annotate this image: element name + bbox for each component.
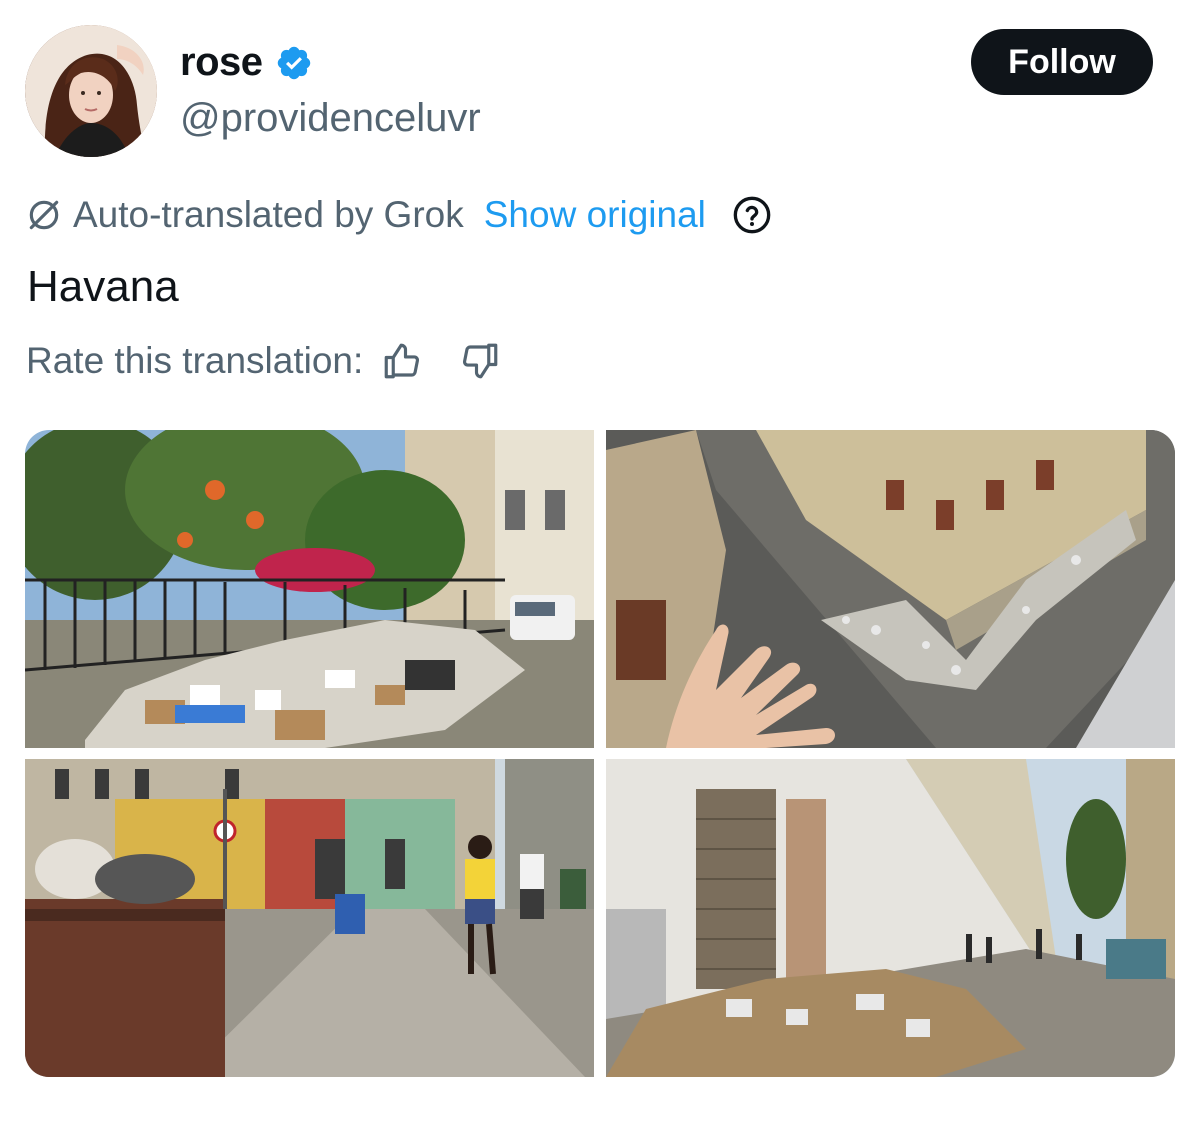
thumbs-up-icon[interactable]	[381, 340, 423, 382]
thumbs-down-icon[interactable]	[459, 340, 501, 382]
translation-label: Auto-translated by Grok	[73, 194, 464, 235]
photo-garbage-pile[interactable]	[25, 430, 594, 748]
follow-button[interactable]: Follow	[971, 29, 1153, 95]
photo-aerial-hand[interactable]	[606, 430, 1175, 748]
translation-rating: Rate this translation:	[26, 340, 501, 382]
grok-icon	[29, 200, 59, 230]
avatar[interactable]	[25, 25, 157, 157]
photo-4-image	[606, 759, 1175, 1077]
photo-alley-debris[interactable]	[606, 759, 1175, 1077]
display-name[interactable]: rose	[180, 40, 313, 85]
profile-photo-icon	[25, 25, 157, 157]
verified-badge-icon	[277, 46, 310, 79]
tweet-text: Havana	[27, 262, 179, 311]
rating-label: Rate this translation:	[26, 340, 364, 381]
media-grid	[25, 430, 1175, 1077]
author-handle[interactable]: @providenceluvr	[180, 96, 481, 141]
translation-notice: Auto-translated by Grok Show original	[25, 194, 772, 236]
question-circle-icon[interactable]	[732, 195, 772, 235]
photo-2-image	[606, 430, 1175, 748]
photo-1-image	[25, 430, 594, 748]
show-original-link[interactable]: Show original	[484, 194, 706, 236]
photo-street-dumpsters[interactable]	[25, 759, 594, 1077]
display-name-text: rose	[180, 40, 263, 84]
photo-3-image	[25, 759, 594, 1077]
